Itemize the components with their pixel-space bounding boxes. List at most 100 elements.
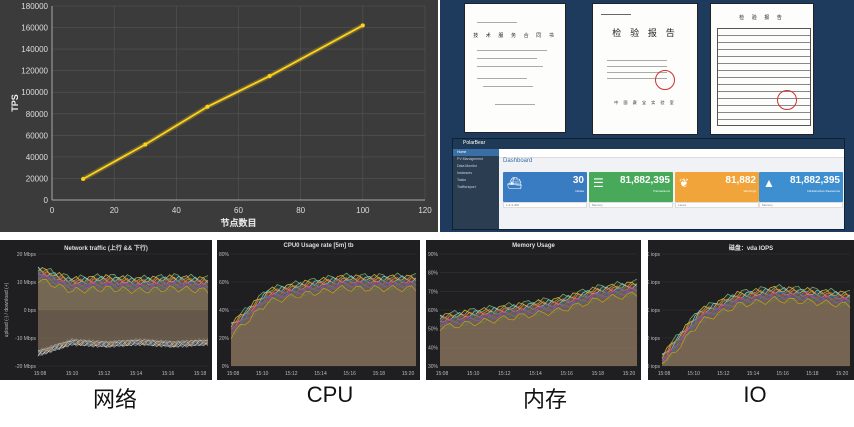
x-tick-label: 60 <box>234 206 243 215</box>
cpu-usage-panel: CPU0 Usage rate [5m] tb 80% 60% 40% 20% 0% 15… <box>217 240 420 380</box>
data-point <box>267 74 272 79</box>
x-axis-label: 节点数目 <box>220 217 256 228</box>
x-tick-label: 15:18 <box>592 371 605 377</box>
sidebar-item-tasks[interactable]: Tasks <box>453 177 499 184</box>
y-tick-label: 40% <box>428 345 439 351</box>
y-tick-label: 1.5K iops <box>648 280 660 286</box>
contract-document: 技 术 服 务 合 同 书 <box>464 3 566 133</box>
y-tick-label: 0% <box>222 364 230 370</box>
cpu-usage-graph: 80% 60% 40% 20% 0%15:08 15:10 15:12 15:14 15:16 1… <box>219 252 417 377</box>
caption-network: 网络 <box>92 387 137 412</box>
data-point <box>205 104 210 109</box>
disk-iops-graph: 2.0K iops 1.5K iops 1.0K iops 500 iops 0 iop… <box>648 252 851 377</box>
data-point <box>143 142 148 147</box>
x-tick-label: 0 <box>50 206 55 215</box>
caption-memory: 内存 <box>522 387 567 412</box>
stat-label: Nodes <box>575 189 584 193</box>
y-tick-label: 60% <box>428 308 439 314</box>
sidebar-item-data-monitor[interactable]: Data Monitor <box>453 163 499 170</box>
panel-title: 磁盘：vda IOPS <box>728 246 774 252</box>
y-tick-label: 10 Mbps <box>17 280 37 286</box>
data-point <box>81 176 86 181</box>
stat-value: 30 <box>572 175 584 186</box>
sidebar-item-home[interactable]: Home <box>453 149 499 156</box>
sidebar-item-instances[interactable]: Instances <box>453 170 499 177</box>
y-tick-label: 0 iops <box>648 364 660 370</box>
y-tick-label: 0 bps <box>24 308 37 314</box>
y-tick-label: 40% <box>219 308 230 314</box>
doc2-title: 检 验 报 告 <box>612 29 678 39</box>
y-tick-label: 80% <box>219 252 230 258</box>
doc1-title: 技 术 服 务 合 同 书 <box>473 33 557 39</box>
x-tick-label: 15:20 <box>623 371 636 377</box>
y-tick-label: 20% <box>219 336 230 342</box>
x-tick-label: 20 <box>110 206 119 215</box>
x-tick-label: 15:18 <box>373 371 386 377</box>
breadcrumb <box>499 149 844 158</box>
page-title: Dashboard <box>503 158 533 164</box>
x-tick-label: 15:08 <box>436 371 449 377</box>
doc3-title: 检 验 报 告 <box>739 15 785 21</box>
y-axis-label: TPS <box>10 94 20 112</box>
y-tick-label: 50% <box>428 327 439 333</box>
y-tick-label: 160000 <box>21 24 48 33</box>
x-tick-label: 15:08 <box>227 371 240 377</box>
dashboard-topbar: PolarBear <box>453 139 844 149</box>
y-tick-label: 80000 <box>26 110 49 119</box>
stat-label: Transactions <box>652 189 670 193</box>
x-tick-label: 15:20 <box>402 371 415 377</box>
stat-footer: Memory <box>589 202 673 208</box>
x-tick-label: 15:10 <box>66 371 79 377</box>
x-tick-label: 15:10 <box>256 371 269 377</box>
dashboard-sidebar: Home PV Management Data Monitor Instance… <box>453 149 499 229</box>
x-tick-label: 15:10 <box>467 371 480 377</box>
rack-icon: ☰ <box>593 176 604 190</box>
sidebar-item-trafficreport[interactable]: Trafficreport <box>453 184 499 191</box>
memory-usage-panel: Memory Usage 90% 80% 70% 60% 50% 40% 30% 15:08 1… <box>426 240 641 380</box>
stat-label: Warnings <box>743 189 756 193</box>
sidebar-item-pv-management[interactable]: PV Management <box>453 156 499 163</box>
stat-label: Infrastructure Resources <box>807 189 840 193</box>
x-tick-label: 15:10 <box>687 371 700 377</box>
a-icon: ▲ <box>763 176 775 190</box>
test-report-table-document: 检 验 报 告 <box>710 3 814 135</box>
x-tick-label: 40 <box>172 206 181 215</box>
y-tick-label: 120000 <box>21 67 48 76</box>
red-seal-icon <box>655 70 675 90</box>
y-tick-label: 80% <box>428 271 439 277</box>
red-seal-icon-2 <box>777 90 797 110</box>
y-tick-label: 180000 <box>21 2 48 11</box>
y-tick-label: 70% <box>428 289 439 295</box>
stat-card-infrastructure[interactable]: ▲ 81,882,395 Infrastructure Resources Me… <box>759 172 843 208</box>
dashboard-brand: PolarBear <box>463 140 486 146</box>
stat-card-warnings[interactable]: ❦ 81,882 Warnings Lanes <box>675 172 759 208</box>
x-tick-label: 80 <box>296 206 305 215</box>
stat-card-transactions[interactable]: ☰ 81,882,395 Transactions Memory <box>589 172 673 208</box>
x-tick-label: 15:12 <box>717 371 730 377</box>
y-tick-label: 2.0K iops <box>648 252 660 258</box>
stat-value: 81,882 <box>725 175 756 186</box>
stat-footer: Lanes <box>675 202 759 208</box>
data-point <box>360 23 365 28</box>
polarbear-dashboard: PolarBear Home PV Management Data Monito… <box>452 138 845 230</box>
x-tick-label: 15:08 <box>34 371 47 377</box>
x-tick-label: 15:14 <box>130 371 143 377</box>
x-tick-label: 100 <box>356 206 370 215</box>
x-tick-label: 120 <box>418 206 432 215</box>
tps-chart: 0 20000 40000 60000 80000 100000 120000 140000 1… <box>0 0 438 232</box>
x-tick-label: 15:20 <box>836 371 849 377</box>
panel-title: Network traffic (上行 && 下行) <box>64 246 148 252</box>
x-tick-label: 15:12 <box>98 371 111 377</box>
x-tick-label: 15:16 <box>776 371 789 377</box>
y-tick-label: 100000 <box>21 88 48 97</box>
y-tick-label: -20 Mbps <box>15 364 36 370</box>
memory-usage-graph: 90% 80% 70% 60% 50% 40% 30%15:08 15:10 15:12 15:1… <box>428 252 638 377</box>
panel-title: Memory Usage <box>512 243 555 249</box>
stat-card-nodes[interactable]: ⛴ 30 Nodes 1-2-3-400 <box>503 172 587 208</box>
y-tick-label: 20 Mbps <box>17 252 37 258</box>
tps-chart-svg: 0 20000 40000 60000 80000 100000 120000 140000 1… <box>10 2 432 228</box>
x-tick-label: 15:14 <box>314 371 327 377</box>
disk-iops-panel: 磁盘：vda IOPS 2.0K iops 1.5K iops 1.0K iops 5… <box>648 240 854 380</box>
y-tick-label: 60% <box>219 280 230 286</box>
y-tick-label: 1.0K iops <box>648 308 660 314</box>
